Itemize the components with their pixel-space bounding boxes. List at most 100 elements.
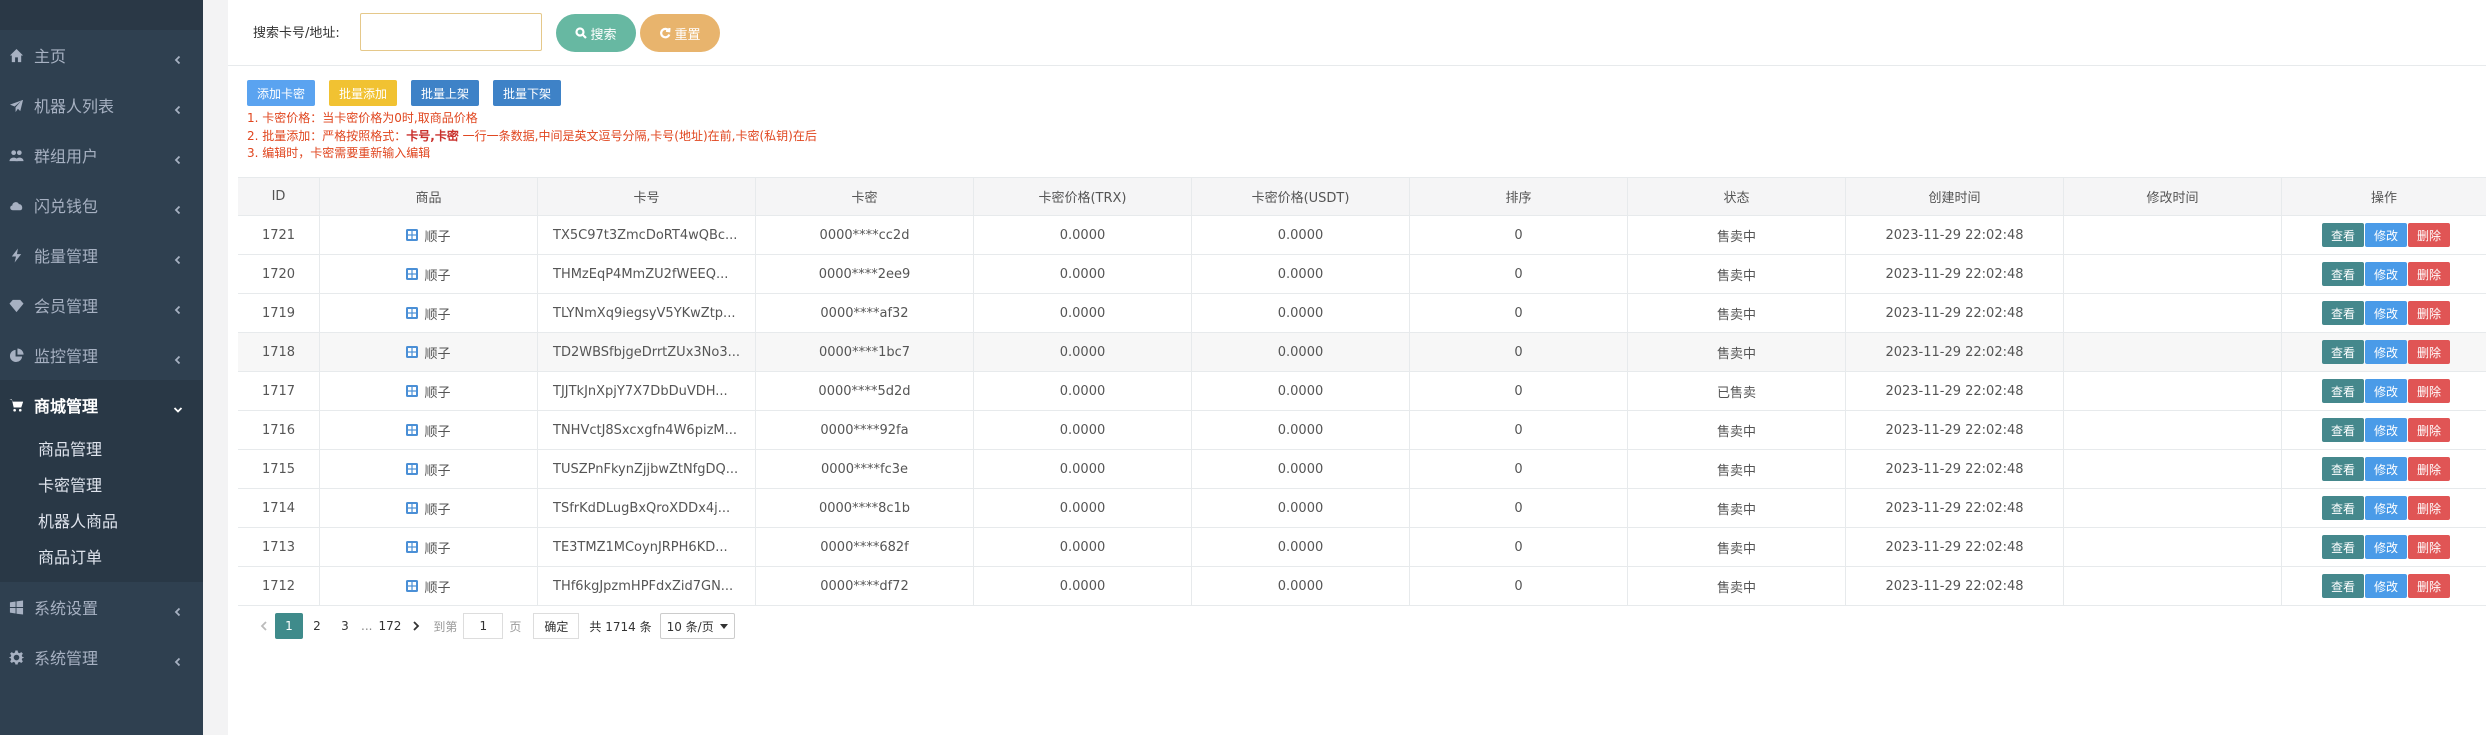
- view-button[interactable]: 查看: [2322, 457, 2364, 481]
- delete-button[interactable]: 删除: [2408, 223, 2450, 247]
- col-header-card: 卡号: [538, 178, 756, 215]
- delete-button[interactable]: 删除: [2408, 418, 2450, 442]
- edit-button[interactable]: 修改: [2365, 379, 2407, 403]
- next-page-button[interactable]: [405, 613, 427, 639]
- sidebar-item-cart[interactable]: 商城管理: [0, 380, 203, 430]
- cell-modified: [2064, 333, 2282, 371]
- sidebar-item-gear[interactable]: 系统管理: [0, 632, 203, 682]
- cell-price-usdt: 0.0000: [1192, 255, 1410, 293]
- batch-delist-button[interactable]: 批量下架: [493, 80, 561, 106]
- sidebar-item-diamond[interactable]: 会员管理: [0, 280, 203, 330]
- submenu-item[interactable]: 商品订单: [0, 538, 203, 574]
- sidebar-item-users[interactable]: 群组用户: [0, 130, 203, 180]
- cell-status: 售卖中: [1628, 255, 1846, 293]
- reset-button[interactable]: 重置: [640, 14, 720, 52]
- pagination: 1 2 3 ... 172 到第 1 页 确定 共 1714 条 10 条/页: [253, 612, 735, 640]
- add-card-button[interactable]: 添加卡密: [247, 80, 315, 106]
- view-button[interactable]: 查看: [2322, 574, 2364, 598]
- cell-goods: 顺子: [320, 528, 538, 566]
- edit-button[interactable]: 修改: [2365, 340, 2407, 364]
- page-2-button[interactable]: 2: [303, 613, 331, 639]
- view-button[interactable]: 查看: [2322, 535, 2364, 559]
- edit-button[interactable]: 修改: [2365, 574, 2407, 598]
- cell-sort: 0: [1410, 411, 1628, 449]
- batch-add-button[interactable]: 批量添加: [329, 80, 397, 106]
- edit-button[interactable]: 修改: [2365, 223, 2407, 247]
- view-button[interactable]: 查看: [2322, 496, 2364, 520]
- submenu-item[interactable]: 机器人商品: [0, 502, 203, 538]
- edit-button[interactable]: 修改: [2365, 301, 2407, 325]
- cell-actions: 查看 修改 删除: [2282, 567, 2486, 605]
- cell-id: 1718: [238, 333, 320, 371]
- table-header: ID 商品 卡号 卡密 卡密价格(TRX) 卡密价格(USDT) 排序 状态 创…: [238, 178, 2486, 216]
- delete-button[interactable]: 删除: [2408, 379, 2450, 403]
- page-1-button[interactable]: 1: [275, 613, 303, 639]
- product-icon: [406, 268, 419, 280]
- cell-card-secret: 0000****cc2d: [756, 216, 974, 254]
- delete-button[interactable]: 删除: [2408, 535, 2450, 559]
- cell-goods: 顺子: [320, 489, 538, 527]
- cell-actions: 查看 修改 删除: [2282, 372, 2486, 410]
- sidebar-item-cloud[interactable]: 闪兑钱包: [0, 180, 203, 230]
- table-row: 1719 顺子 TLYNmXq9iegsyV5YKwZtp... 0000****af…: [238, 294, 2486, 333]
- edit-button[interactable]: 修改: [2365, 457, 2407, 481]
- view-button[interactable]: 查看: [2322, 418, 2364, 442]
- cell-sort: 0: [1410, 255, 1628, 293]
- product-icon: [406, 502, 419, 514]
- total-count: 共 1714 条: [589, 619, 652, 634]
- search-label: 搜索卡号/地址:: [253, 26, 340, 41]
- page-3-button[interactable]: 3: [331, 613, 359, 639]
- cell-sort: 0: [1410, 528, 1628, 566]
- cell-price-trx: 0.0000: [974, 528, 1192, 566]
- prev-page-button[interactable]: [253, 613, 275, 639]
- cell-price-usdt: 0.0000: [1192, 567, 1410, 605]
- view-button[interactable]: 查看: [2322, 301, 2364, 325]
- view-button[interactable]: 查看: [2322, 223, 2364, 247]
- sidebar-item-plane[interactable]: 机器人列表: [0, 80, 203, 130]
- cell-sort: 0: [1410, 216, 1628, 254]
- goto-confirm-button[interactable]: 确定: [533, 613, 580, 639]
- delete-button[interactable]: 删除: [2408, 574, 2450, 598]
- delete-button[interactable]: 删除: [2408, 301, 2450, 325]
- edit-button[interactable]: 修改: [2365, 535, 2407, 559]
- note-line-2-suffix: 一行一条数据,中间是英文逗号分隔,卡号(地址)在前,卡密(私钥)在后: [458, 128, 817, 143]
- submenu-item[interactable]: 商品管理: [0, 430, 203, 466]
- cell-sort: 0: [1410, 372, 1628, 410]
- cell-status: 售卖中: [1628, 411, 1846, 449]
- edit-button[interactable]: 修改: [2365, 496, 2407, 520]
- windows-icon: [8, 599, 24, 615]
- edit-button[interactable]: 修改: [2365, 262, 2407, 286]
- view-button[interactable]: 查看: [2322, 379, 2364, 403]
- cell-card-number: TSfrKdDLugBxQroXDDx4j...: [538, 489, 756, 527]
- cell-actions: 查看 修改 删除: [2282, 450, 2486, 488]
- page-size-select[interactable]: 10 条/页: [659, 613, 735, 639]
- submenu-item[interactable]: 卡密管理: [0, 466, 203, 502]
- view-button[interactable]: 查看: [2322, 340, 2364, 364]
- cell-created: 2023-11-29 22:02:48: [1846, 372, 2064, 410]
- sidebar-item-bolt[interactable]: 能量管理: [0, 230, 203, 280]
- delete-button[interactable]: 删除: [2408, 262, 2450, 286]
- table-row: 1714 顺子 TSfrKdDLugBxQroXDDx4j... 0000****8c…: [238, 489, 2486, 528]
- search-input[interactable]: [360, 13, 542, 51]
- sidebar-item-pie[interactable]: 监控管理: [0, 330, 203, 380]
- cell-created: 2023-11-29 22:02:48: [1846, 567, 2064, 605]
- edit-button[interactable]: 修改: [2365, 418, 2407, 442]
- sidebar-item-home[interactable]: 主页: [0, 30, 203, 80]
- cell-card-secret: 0000****5d2d: [756, 372, 974, 410]
- cell-actions: 查看 修改 删除: [2282, 489, 2486, 527]
- search-button[interactable]: 搜索: [556, 14, 636, 52]
- card-table: ID 商品 卡号 卡密 卡密价格(TRX) 卡密价格(USDT) 排序 状态 创…: [238, 177, 2486, 606]
- delete-button[interactable]: 删除: [2408, 496, 2450, 520]
- view-button[interactable]: 查看: [2322, 262, 2364, 286]
- delete-button[interactable]: 删除: [2408, 340, 2450, 364]
- goto-page-input[interactable]: 1: [463, 613, 504, 639]
- sidebar-item-windows[interactable]: 系统设置: [0, 582, 203, 632]
- batch-list-button[interactable]: 批量上架: [411, 80, 479, 106]
- goods-name: 顺子: [424, 541, 451, 557]
- cell-modified: [2064, 528, 2282, 566]
- delete-button[interactable]: 删除: [2408, 457, 2450, 481]
- cell-price-trx: 0.0000: [974, 450, 1192, 488]
- cell-card-number: TE3TMZ1MCoynJRPH6KD...: [538, 528, 756, 566]
- last-page-button[interactable]: 172: [374, 613, 405, 639]
- col-header-actions: 操作: [2370, 191, 2397, 206]
